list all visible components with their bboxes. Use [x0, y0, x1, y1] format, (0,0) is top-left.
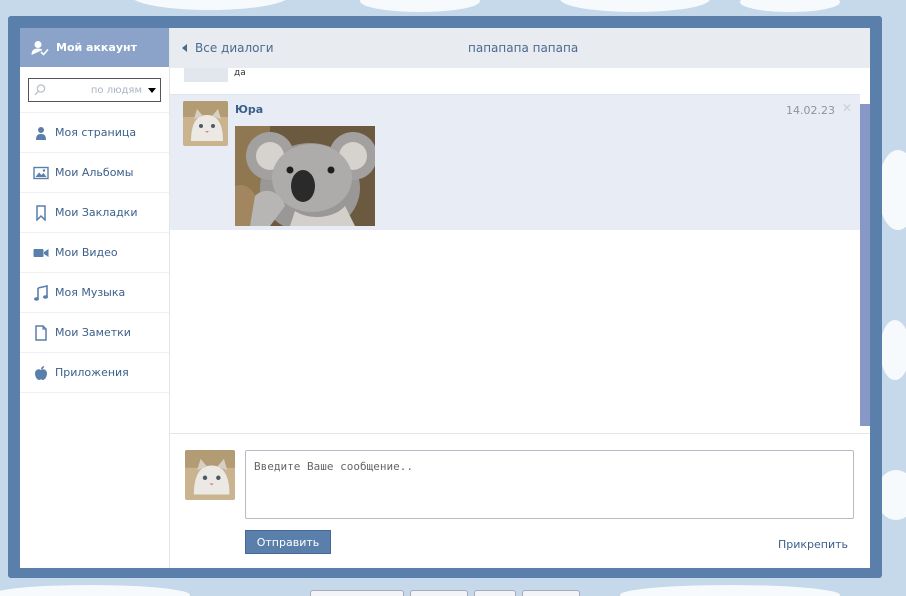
message-snippet: да	[234, 68, 246, 78]
sidebar-item-label: Мои Альбомы	[55, 166, 134, 179]
sidebar-item-label: Мои Видео	[55, 246, 118, 259]
video-camera-icon	[33, 245, 49, 261]
sidebar-item-my-bookmarks[interactable]: Мои Закладки	[20, 193, 169, 233]
bottom-tab[interactable]	[310, 590, 404, 596]
person-icon	[33, 125, 49, 141]
sidebar-menu: Моя страница Мои Альбомы Мои Закладки Мо…	[20, 112, 169, 393]
sidebar-item-apps[interactable]: Приложения	[20, 353, 169, 393]
search-input[interactable]: по людям	[47, 85, 148, 96]
account-header[interactable]: Мой аккаунт	[20, 28, 169, 67]
user-check-icon	[30, 39, 50, 57]
sidebar-item-label: Моя страница	[55, 126, 137, 139]
message-composer: Отправить Прикрепить	[170, 433, 870, 568]
list-item: да	[170, 68, 860, 94]
all-dialogs-label: Все диалоги	[195, 41, 274, 55]
sidebar-item-my-notes[interactable]: Мои Заметки	[20, 313, 169, 353]
dialog-panel: Все диалоги папапапа папапа да Юра 14.02…	[170, 28, 870, 568]
send-button[interactable]: Отправить	[245, 530, 331, 554]
chevron-down-icon[interactable]	[148, 87, 156, 93]
sidebar-item-label: Приложения	[55, 366, 129, 379]
message-input[interactable]	[245, 450, 854, 519]
sidebar: Мой аккаунт по людям Моя страница Мои Ал…	[20, 28, 170, 568]
search-icon	[33, 83, 47, 97]
dialog-title: папапапа папапа	[468, 41, 579, 55]
document-icon	[33, 324, 49, 341]
bookmark-icon	[33, 204, 49, 221]
dialog-topbar: Все диалоги папапапа папапа	[170, 28, 870, 68]
sidebar-item-my-videos[interactable]: Мои Видео	[20, 233, 169, 273]
bottom-tab[interactable]	[410, 590, 468, 596]
avatar	[185, 450, 235, 500]
bottom-tabs	[310, 590, 580, 596]
message-author[interactable]: Юра	[235, 103, 263, 116]
bottom-tab[interactable]	[522, 590, 580, 596]
avatar[interactable]	[183, 101, 228, 146]
sidebar-item-label: Моя Музыка	[55, 286, 126, 299]
sidebar-item-label: Мои Закладки	[55, 206, 138, 219]
chevron-left-icon	[182, 44, 187, 52]
message-list-scrollbar[interactable]	[860, 104, 870, 426]
account-label: Мой аккаунт	[56, 41, 137, 54]
picture-icon	[33, 165, 49, 181]
messages-window: Мой аккаунт по людям Моя страница Мои Ал…	[20, 28, 870, 568]
sidebar-item-my-albums[interactable]: Мои Альбомы	[20, 153, 169, 193]
music-note-icon	[33, 284, 49, 301]
sidebar-item-label: Мои Заметки	[55, 326, 131, 339]
sidebar-item-my-page[interactable]: Моя страница	[20, 113, 169, 153]
apple-icon	[33, 365, 49, 381]
attached-photo[interactable]	[235, 126, 375, 226]
message-list: да Юра 14.02.23 ✕	[170, 68, 860, 433]
bottom-tab[interactable]	[474, 590, 516, 596]
sidebar-item-my-music[interactable]: Моя Музыка	[20, 273, 169, 313]
close-icon[interactable]: ✕	[842, 101, 852, 115]
avatar	[184, 68, 228, 82]
attach-link[interactable]: Прикрепить	[778, 538, 848, 551]
message-date: 14.02.23	[786, 104, 835, 117]
list-item: Юра 14.02.23 ✕	[170, 94, 860, 230]
all-dialogs-link[interactable]: Все диалоги	[170, 41, 274, 55]
people-search[interactable]: по людям	[28, 78, 161, 102]
